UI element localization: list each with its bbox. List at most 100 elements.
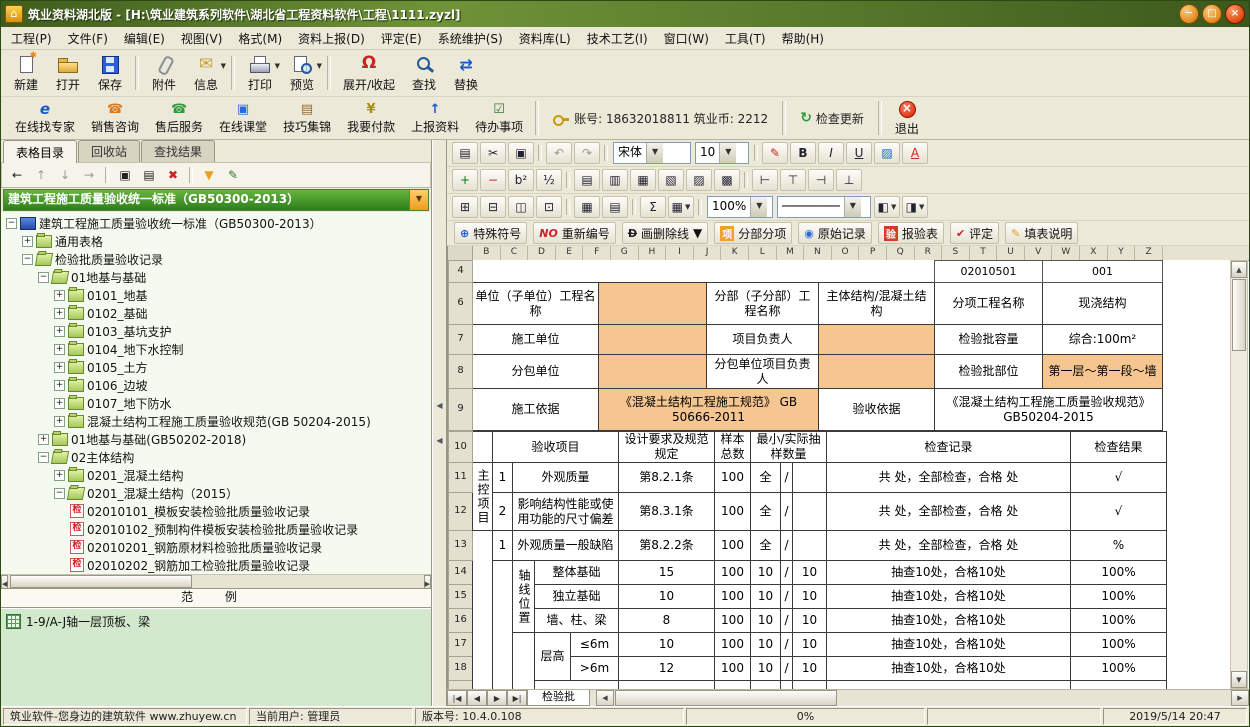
tree-item[interactable]: +0103_基坑支护 [4, 322, 431, 340]
column-header[interactable]: U [997, 246, 1025, 260]
align-left-button[interactable]: ▤ [574, 169, 600, 191]
sample-total[interactable] [715, 681, 751, 690]
chevron-down-icon[interactable] [646, 143, 663, 163]
toolbar-button-save[interactable]: 保存 [89, 52, 131, 95]
design-requirement[interactable]: 第8.3.1条 [619, 493, 715, 531]
menu-item[interactable]: 编辑(E) [116, 28, 173, 49]
column-header[interactable]: E [556, 246, 584, 260]
sampling-actual[interactable]: 10 [793, 585, 827, 609]
expander-icon[interactable]: − [38, 452, 49, 463]
superscript-button[interactable]: b² [508, 169, 534, 191]
form-cell[interactable] [473, 432, 493, 463]
item-project-value[interactable]: 现浇结构 [1043, 283, 1163, 325]
horizontal-scrollbar[interactable] [596, 690, 1249, 706]
tree-item[interactable]: −检验批质量验收记录 [4, 250, 431, 268]
sample-total-header[interactable]: 样本总数 [715, 432, 751, 463]
split-cell-button[interactable]: ⊟ [480, 196, 506, 218]
toolbar-button-expand[interactable]: 展开/收起 [335, 52, 403, 95]
row-number[interactable]: 19 [449, 681, 473, 690]
sampling-slash[interactable]: / [781, 633, 793, 657]
expander-icon[interactable]: + [22, 236, 33, 247]
project-manager-input[interactable] [819, 325, 935, 355]
expander-icon[interactable]: + [54, 362, 65, 373]
nav-back-button[interactable]: ← [6, 165, 28, 186]
expander-icon[interactable]: − [22, 254, 33, 265]
check-record[interactable]: 共 处，全部检查，合格 处 [827, 531, 1071, 561]
constructor-label[interactable]: 施工单位 [473, 325, 599, 355]
align-right-button[interactable]: ▦ [630, 169, 656, 191]
item-no[interactable]: 2 [493, 493, 513, 531]
tree-item[interactable]: −0201_混凝土结构（2015） [4, 484, 431, 502]
undo-button[interactable]: ↶ [546, 142, 572, 164]
toolbar-button-open[interactable]: 打开 [47, 52, 89, 95]
sampling-min[interactable]: 10 [751, 561, 781, 585]
check-result[interactable] [1071, 681, 1167, 690]
toolbar-button-todo[interactable]: 待办事项 [467, 100, 531, 137]
exit-button[interactable]: 退出 [886, 97, 928, 139]
design-requirement[interactable]: 第8.2.1条 [619, 463, 715, 493]
toolbar-button-upload[interactable]: 上报资料 [403, 100, 467, 137]
check-update-button[interactable]: 检查更新 [790, 110, 874, 127]
tree-item[interactable]: +0104_地下水控制 [4, 340, 431, 358]
sampling-min[interactable]: 10 [751, 657, 781, 681]
subitem-button[interactable]: 项分部分项 [714, 222, 792, 244]
minimize-button[interactable]: ─ [1179, 4, 1199, 24]
toolbar-button-find[interactable]: 查找 [403, 52, 445, 95]
tab-回收站[interactable]: 回收站 [78, 140, 140, 162]
sampling-actual[interactable] [793, 681, 827, 690]
sub-item-label[interactable]: 墙、柱、梁 [535, 609, 619, 633]
sampling-min[interactable]: 10 [751, 633, 781, 657]
lot-capacity-value[interactable]: 综合:100m² [1043, 325, 1163, 355]
edit-filter-button[interactable]: ✎ [222, 165, 244, 186]
form-serial-cell[interactable]: 001 [1043, 261, 1163, 283]
menu-item[interactable]: 系统维护(S) [430, 28, 511, 49]
sampling-min[interactable]: 全 [751, 463, 781, 493]
toolbar-button-info[interactable]: ▼信息 [185, 52, 227, 95]
strikethrough-button[interactable]: Đ画删除线▼ [622, 222, 708, 244]
align-top-button[interactable]: ▧ [658, 169, 684, 191]
design-requirement[interactable]: 15 [619, 561, 715, 585]
sub-item-label[interactable]: 整体基础 [535, 561, 619, 585]
sample-total[interactable]: 100 [715, 585, 751, 609]
expander-icon[interactable]: − [38, 272, 49, 283]
row-number[interactable]: 4 [449, 261, 473, 283]
sample-total[interactable]: 100 [715, 531, 751, 561]
column-header[interactable]: N [804, 246, 832, 260]
tree-item[interactable]: +0106_边坡 [4, 376, 431, 394]
standard-selector[interactable]: 建筑工程施工质量验收统一标准（GB50300-2013） [3, 189, 429, 211]
menu-item[interactable]: 资料库(L) [511, 28, 579, 49]
ruler-bottom-button[interactable]: ⊥ [836, 169, 862, 191]
fill-instructions-button[interactable]: ✎填表说明 [1005, 222, 1078, 244]
check-record[interactable]: 抽查10处，合格10处 [827, 633, 1071, 657]
row-number[interactable]: 6 [449, 283, 473, 325]
italic-button[interactable]: I [818, 142, 844, 164]
design-requirement[interactable]: 12 [619, 657, 715, 681]
row-number[interactable]: 18 [449, 657, 473, 681]
align-bottom-button[interactable]: ▩ [714, 169, 740, 191]
expander-icon[interactable]: + [54, 398, 65, 409]
special-symbol-button[interactable]: ⊕特殊符号 [454, 222, 527, 244]
table-menu-button[interactable]: ▦▼ [668, 196, 694, 218]
check-result[interactable]: % [1071, 531, 1167, 561]
tab-查找结果[interactable]: 查找结果 [141, 140, 215, 162]
sampling-slash[interactable]: / [781, 493, 793, 531]
sampling-min[interactable]: 10 [751, 609, 781, 633]
column-header[interactable]: K [721, 246, 749, 260]
design-requirement[interactable]: 10 [619, 585, 715, 609]
toolbar-button-new[interactable]: 新建 [5, 52, 47, 95]
align-center-button[interactable]: ▥ [602, 169, 628, 191]
expander-icon[interactable]: + [54, 308, 65, 319]
sub-item-label[interactable]: ≤6m [571, 633, 619, 657]
redo-button[interactable]: ↷ [574, 142, 600, 164]
delete-row-button[interactable]: ▤ [602, 196, 628, 218]
insert-row-button[interactable]: ▦ [574, 196, 600, 218]
row-number[interactable]: 11 [449, 463, 473, 493]
nav-down-button[interactable]: ↓ [54, 165, 76, 186]
menu-item[interactable]: 工具(T) [717, 28, 774, 49]
expander-icon[interactable]: + [54, 470, 65, 481]
tree-item[interactable]: +01地基与基础(GB50202-2018) [4, 430, 431, 448]
menu-item[interactable]: 技术工艺(I) [579, 28, 656, 49]
sub-item-label[interactable]: 全高（H） [535, 681, 619, 690]
example-item[interactable]: 1-9/A-J轴一层顶板、梁 [6, 613, 426, 630]
row-number[interactable]: 10 [449, 432, 473, 463]
